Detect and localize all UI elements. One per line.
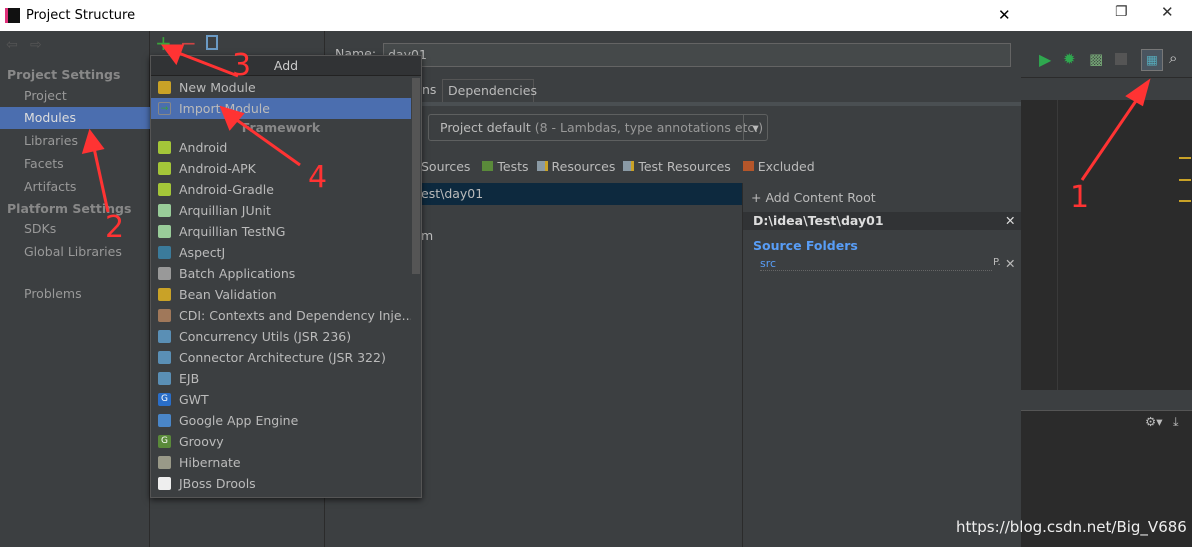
arrowhead-1 bbox=[1125, 78, 1151, 107]
arrowhead-3 bbox=[161, 44, 185, 66]
annotation-1: 1 bbox=[1070, 180, 1090, 215]
annotation-2: 2 bbox=[105, 210, 125, 245]
arrowhead-4 bbox=[219, 105, 245, 131]
arrow-3 bbox=[175, 50, 239, 78]
annotation-3: 3 bbox=[232, 48, 252, 83]
arrowhead-2 bbox=[81, 128, 105, 155]
annotation-4: 4 bbox=[308, 160, 328, 195]
arrow-2 bbox=[92, 147, 110, 213]
annotation-arrows bbox=[81, 44, 1151, 213]
arrow-1 bbox=[1080, 94, 1142, 181]
arrow-4 bbox=[233, 116, 301, 167]
